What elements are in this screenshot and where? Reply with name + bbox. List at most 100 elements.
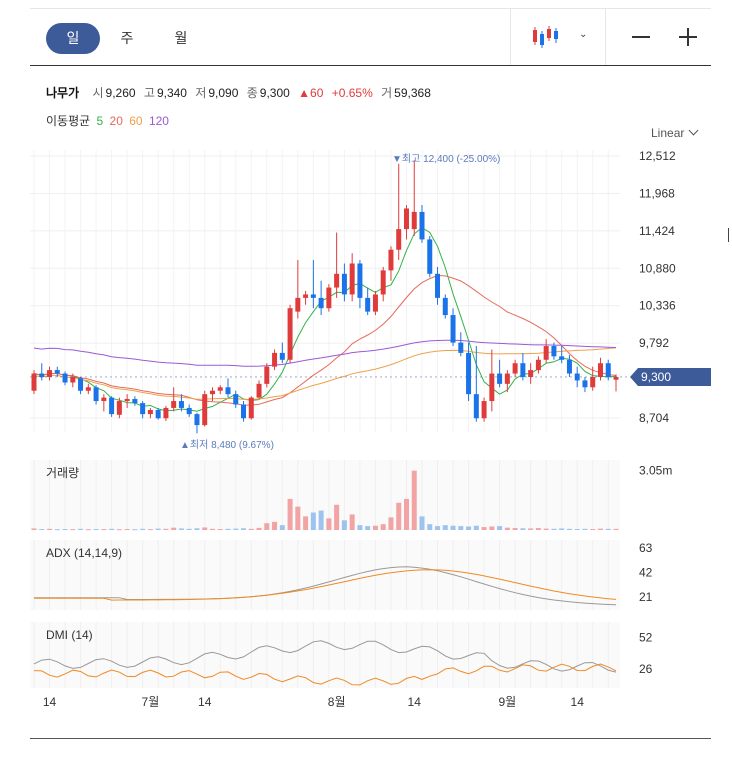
candle-body[interactable] — [396, 229, 402, 250]
candle-body[interactable] — [140, 403, 146, 415]
volume-bar[interactable] — [116, 529, 122, 531]
candle-body[interactable] — [116, 401, 122, 415]
candle-body[interactable] — [411, 211, 417, 230]
volume-bar[interactable] — [272, 521, 278, 530]
candle-body[interactable] — [458, 342, 464, 353]
volume-bar[interactable] — [186, 528, 192, 530]
volume-bar[interactable] — [403, 498, 409, 530]
volume-bar[interactable] — [481, 527, 487, 530]
volume-bar[interactable] — [528, 528, 534, 530]
volume-bar[interactable] — [388, 517, 394, 530]
candle-body[interactable] — [326, 287, 332, 309]
volume-bar[interactable] — [574, 529, 580, 531]
candle-body[interactable] — [70, 376, 76, 383]
candle-body[interactable] — [101, 397, 107, 402]
volume-bar[interactable] — [466, 526, 472, 531]
volume-bar[interactable] — [334, 504, 340, 530]
candle-body[interactable] — [287, 308, 293, 360]
volume-bar[interactable] — [613, 528, 619, 530]
candle-body[interactable] — [85, 387, 91, 391]
candle-body[interactable] — [279, 352, 285, 360]
volume-bar[interactable] — [217, 529, 223, 531]
volume-bar[interactable] — [70, 529, 76, 531]
candle-body[interactable] — [334, 273, 340, 288]
candle-body[interactable] — [194, 414, 200, 426]
volume-bar[interactable] — [357, 525, 363, 530]
volume-bar[interactable] — [171, 527, 177, 530]
volume-bar[interactable] — [202, 527, 208, 530]
volume-bar[interactable] — [62, 529, 68, 531]
volume-bar[interactable] — [54, 529, 60, 531]
candle-body[interactable] — [132, 398, 138, 404]
volume-bar[interactable] — [256, 527, 262, 530]
volume-bar[interactable] — [559, 528, 565, 530]
volume-bar[interactable] — [489, 526, 495, 531]
volume-bar[interactable] — [419, 516, 425, 530]
candle-body[interactable] — [47, 370, 53, 377]
volume-bar[interactable] — [318, 510, 324, 530]
volume-bar[interactable] — [93, 529, 99, 531]
volume-bar[interactable] — [225, 528, 231, 530]
candle-body[interactable] — [171, 401, 177, 408]
candle-body[interactable] — [372, 294, 378, 312]
candle-body[interactable] — [202, 394, 208, 426]
volume-bar[interactable] — [101, 529, 107, 531]
candle-body[interactable] — [78, 378, 84, 391]
candle-body[interactable] — [559, 356, 565, 360]
volume-bar[interactable] — [590, 529, 596, 531]
candle-body[interactable] — [466, 352, 472, 395]
volume-bar[interactable] — [140, 528, 146, 530]
candle-body[interactable] — [551, 346, 557, 357]
volume-bar[interactable] — [473, 525, 479, 530]
volume-bar[interactable] — [209, 528, 215, 530]
candle-body[interactable] — [256, 383, 262, 398]
candle-body[interactable] — [124, 398, 130, 402]
candle-body[interactable] — [178, 401, 184, 408]
candle-body[interactable] — [163, 407, 169, 419]
candle-body[interactable] — [403, 208, 409, 230]
volume-bar[interactable] — [326, 518, 332, 530]
volume-bar[interactable] — [582, 528, 588, 530]
volume-bar[interactable] — [427, 524, 433, 530]
volume-bar[interactable] — [310, 512, 316, 531]
candle-body[interactable] — [590, 376, 596, 388]
candle-body[interactable] — [31, 373, 37, 391]
candle-body[interactable] — [295, 297, 301, 312]
candle-body[interactable] — [233, 394, 239, 405]
candle-body[interactable] — [147, 409, 153, 415]
volume-bar[interactable] — [372, 525, 378, 530]
candle-body[interactable] — [528, 370, 534, 377]
volume-bar[interactable] — [233, 528, 239, 530]
candle-body[interactable] — [481, 401, 487, 419]
candle-body[interactable] — [248, 397, 254, 419]
volume-bar[interactable] — [605, 528, 611, 530]
volume-bar[interactable] — [458, 526, 464, 530]
volume-bar[interactable] — [287, 498, 293, 530]
candle-body[interactable] — [272, 352, 278, 367]
candle-body[interactable] — [217, 387, 223, 391]
volume-bar[interactable] — [411, 470, 417, 530]
candle-body[interactable] — [442, 297, 448, 316]
candle-body[interactable] — [349, 263, 355, 295]
candle-body[interactable] — [318, 297, 324, 309]
candle-body[interactable] — [597, 363, 603, 377]
candle-body[interactable] — [535, 359, 541, 371]
candle-body[interactable] — [93, 387, 99, 402]
candle-body[interactable] — [341, 273, 347, 295]
candle-body[interactable] — [388, 249, 394, 271]
candle-body[interactable] — [264, 366, 270, 384]
candle-body[interactable] — [365, 297, 371, 312]
candle-body[interactable] — [504, 373, 510, 384]
stock-chart[interactable]: 12,512 11,968 11,424 10,880 10,336 9,792 8,704… — [0, 0, 732, 784]
volume-bar[interactable] — [380, 524, 386, 530]
candle-body[interactable] — [605, 363, 611, 377]
candle-body[interactable] — [489, 373, 495, 402]
candle-body[interactable] — [435, 273, 441, 298]
volume-bar[interactable] — [551, 528, 557, 530]
candle-body[interactable] — [582, 380, 588, 388]
volume-bar[interactable] — [163, 528, 169, 530]
volume-bar[interactable] — [341, 520, 347, 530]
candle-body[interactable] — [427, 239, 433, 274]
volume-bar[interactable] — [597, 528, 603, 530]
candle-body[interactable] — [473, 394, 479, 419]
